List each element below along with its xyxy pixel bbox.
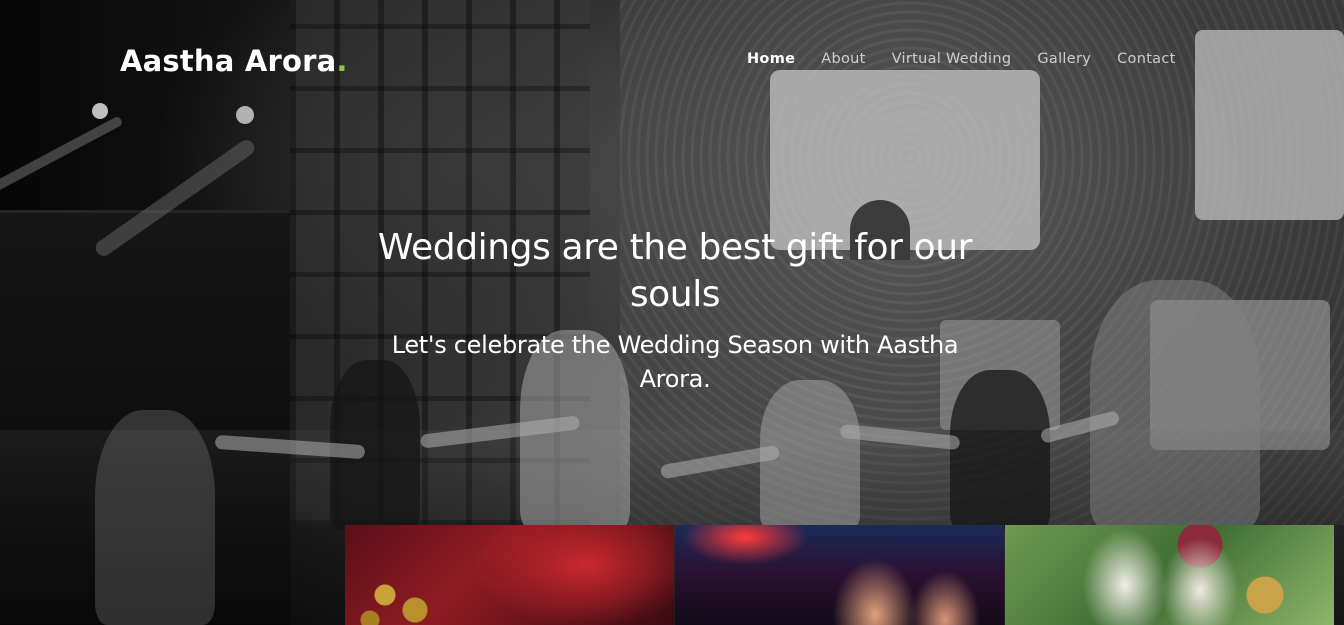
nav-item-home[interactable]: Home bbox=[734, 51, 808, 67]
hero-title: Weddings are the best gift for our souls bbox=[377, 227, 973, 315]
hero-subtitle: Let's celebrate the Wedding Season with … bbox=[391, 331, 959, 393]
gallery-thumb-dance-party[interactable] bbox=[675, 525, 1004, 625]
brand-name: Aastha Arora bbox=[120, 44, 337, 78]
nav-item-about[interactable]: About bbox=[808, 51, 878, 67]
hero-text-block: Weddings are the best gift for our souls… bbox=[360, 224, 990, 396]
hero-section: Aastha Arora. Home About Virtual Wedding… bbox=[0, 0, 1344, 625]
brand-logo[interactable]: Aastha Arora. bbox=[120, 44, 348, 78]
main-nav: Home About Virtual Wedding Gallery Conta… bbox=[734, 51, 1189, 67]
nav-item-gallery[interactable]: Gallery bbox=[1024, 51, 1104, 67]
gallery-thumb-sangeet-red[interactable] bbox=[345, 525, 674, 625]
brand-dot: . bbox=[336, 44, 348, 78]
nav-item-virtual-wedding[interactable]: Virtual Wedding bbox=[879, 51, 1025, 67]
gallery-thumb-bride-groom[interactable] bbox=[1005, 525, 1334, 625]
nav-item-contact[interactable]: Contact bbox=[1104, 51, 1189, 67]
